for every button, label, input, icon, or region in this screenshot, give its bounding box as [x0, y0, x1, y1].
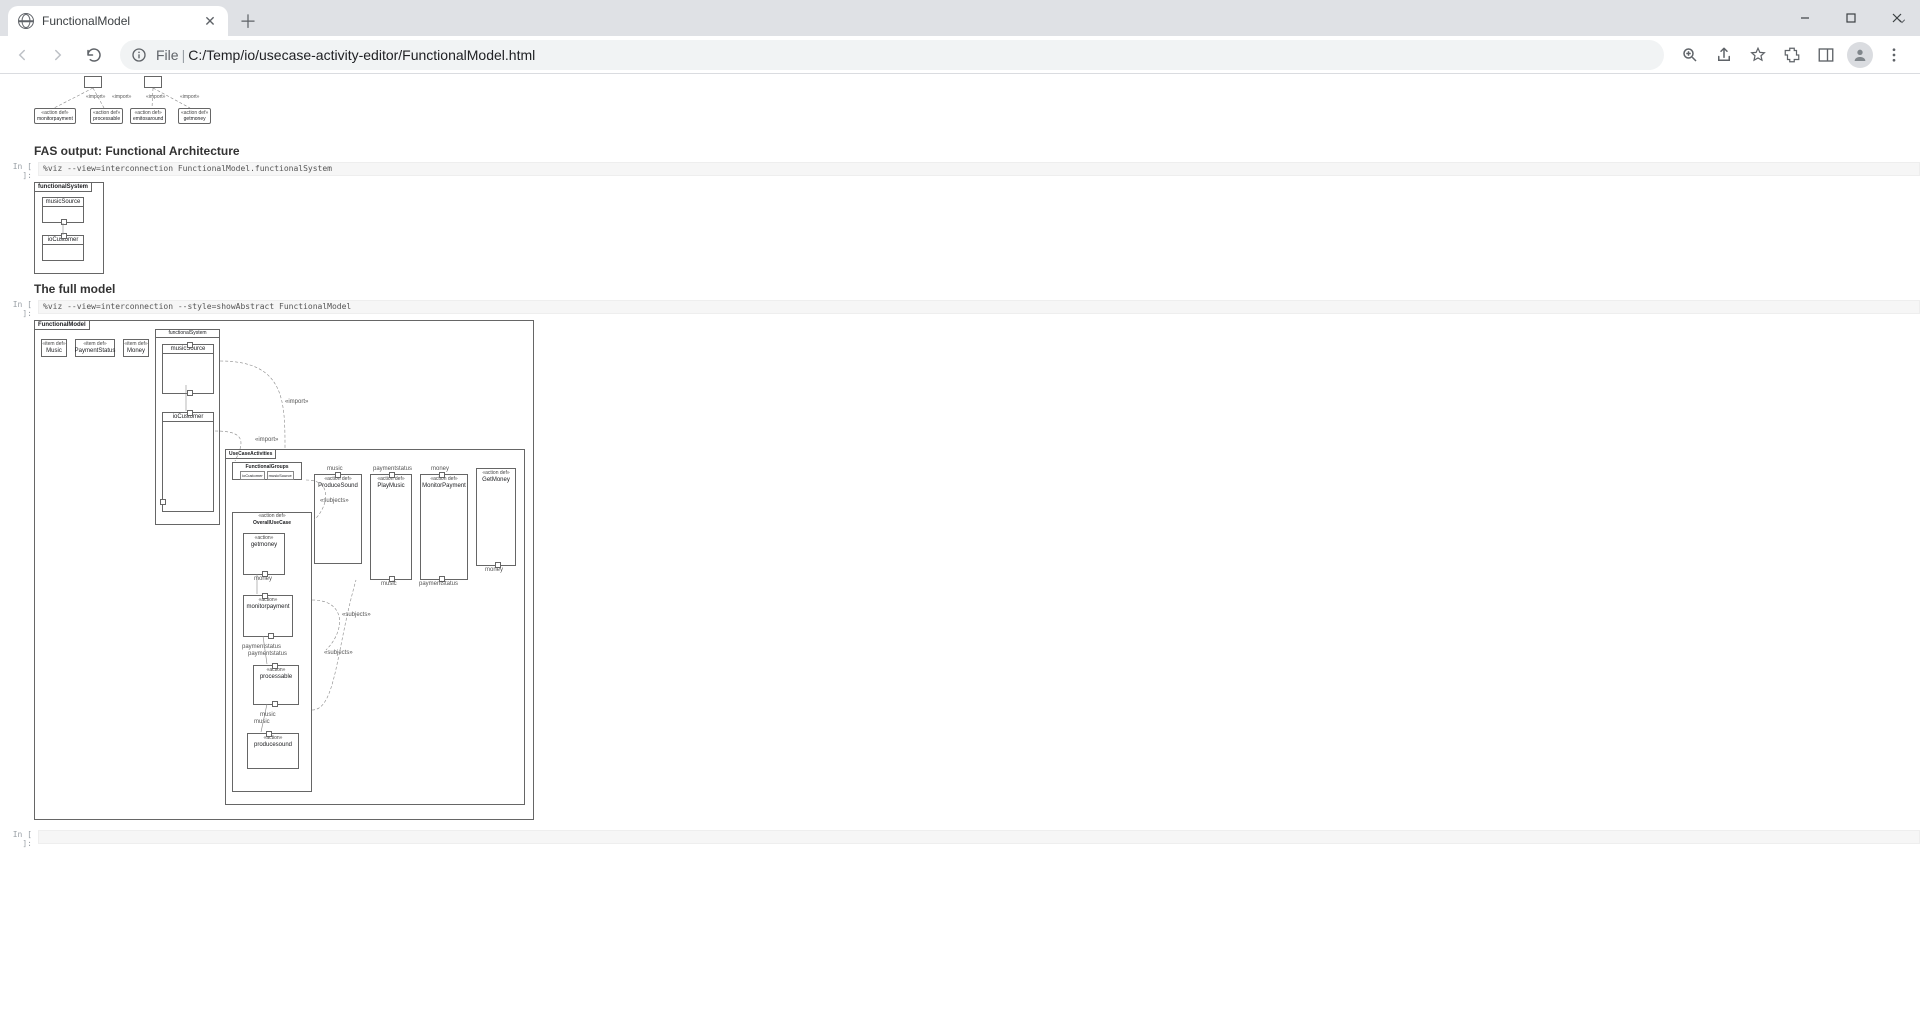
code-cell[interactable]: In [ ]: %viz --view=interconnection --st… [10, 300, 1920, 318]
action-def-box: «action def»monitorpayment [34, 108, 76, 124]
reload-button[interactable] [78, 39, 110, 71]
functional-system-frame: functionalSystem musicSource ioCustomer [155, 329, 220, 525]
cell-gutter: In [ ]: [10, 830, 32, 848]
page-viewport[interactable]: «import» «import» «import» «import» «act… [0, 74, 1920, 1030]
cell-code [38, 830, 1920, 844]
package-box [84, 76, 102, 88]
close-tab-icon[interactable]: ✕ [202, 13, 218, 29]
browser-tab[interactable]: FunctionalModel ✕ [8, 6, 228, 36]
avatar-icon [1847, 42, 1873, 68]
share-icon[interactable] [1708, 39, 1740, 71]
site-info-icon[interactable] [130, 46, 148, 64]
code-cell[interactable]: In [ ]: [10, 830, 1920, 848]
usecase-activities-frame: UseCaseActivities FunctionalGroups ioCus… [225, 449, 525, 805]
arch-diagram: functionalSystem musicSource ioCustomer [34, 182, 104, 274]
close-window-button[interactable] [1874, 3, 1920, 33]
full-model-diagram: FunctionalModel «item def»Music «item de… [34, 320, 534, 820]
action-monitorpayment: «action» monitorpayment paymentstatus [243, 595, 293, 637]
toolbar-right [1674, 39, 1914, 71]
bookmark-star-icon[interactable] [1742, 39, 1774, 71]
page-content: «import» «import» «import» «import» «act… [0, 76, 1920, 870]
subjects-label: «subjects» [324, 650, 353, 657]
window-controls [1782, 0, 1920, 36]
back-button[interactable] [6, 39, 38, 71]
action-producesound: «action» producesound music [247, 733, 299, 769]
cell-gutter: In [ ]: [10, 300, 32, 318]
top-imports-row: «import» «import» «import» «import» «act… [34, 76, 1920, 136]
tab-strip: FunctionalModel ✕ ＋ [0, 0, 262, 36]
minimize-button[interactable] [1782, 3, 1828, 33]
extensions-icon[interactable] [1776, 39, 1808, 71]
import-label: «import» [146, 94, 165, 100]
block-musicSource: musicSource [162, 344, 214, 394]
action-def-box: «action def»processable [90, 108, 123, 124]
cell-code: %viz --view=interconnection --style=show… [38, 300, 1920, 314]
maximize-button[interactable] [1828, 3, 1874, 33]
tab-title: FunctionalModel [42, 14, 194, 28]
imports-edge-label: «import» [255, 437, 278, 443]
action-processable: «action» processable paymentstatus music [253, 665, 299, 705]
diagram-label: FunctionalModel [34, 320, 90, 330]
block-musicSource: musicSource [42, 197, 84, 223]
section-title: FAS output: Functional Architecture [34, 144, 1920, 158]
block-ioCustomer: ioCustomer [162, 412, 214, 512]
import-label: «import» [86, 94, 105, 100]
cell-gutter: In [ ]: [10, 162, 32, 180]
profile-avatar[interactable] [1844, 39, 1876, 71]
address-bar[interactable]: File|C:/Temp/io/usecase-activity-editor/… [120, 40, 1664, 70]
itemdef-box: «item def»Money [123, 339, 149, 357]
imports-edge-label: «import» [285, 399, 308, 405]
subjects-label: «subjects» [342, 612, 371, 619]
sidepanel-icon[interactable] [1810, 39, 1842, 71]
itemdef-box: «item def»Music [41, 339, 67, 357]
zoom-icon[interactable] [1674, 39, 1706, 71]
action-def-box: «action def»emitosaround [130, 108, 166, 124]
itemdef-box: «item def»PaymentStatus [75, 339, 115, 357]
actiondef-overallusecase: «action def» OverallUseCase «action» get… [232, 512, 312, 792]
subjects-label: «subjects» [320, 498, 349, 505]
actiondef-monitorpayment: «action def» MonitorPayment money paymen… [420, 474, 468, 580]
new-tab-button[interactable]: ＋ [234, 7, 262, 35]
actiondef-producesound: «action def» ProduceSound music [314, 474, 362, 564]
code-cell[interactable]: In [ ]: %viz --view=interconnection Func… [10, 162, 1920, 180]
globe-icon [18, 13, 34, 29]
title-bar: FunctionalModel ✕ ＋ [0, 0, 1920, 36]
forward-button[interactable] [42, 39, 74, 71]
browser-toolbar: File|C:/Temp/io/usecase-activity-editor/… [0, 36, 1920, 74]
url-scheme: File|C:/Temp/io/usecase-activity-editor/… [156, 47, 535, 63]
import-label: «import» [112, 94, 131, 100]
kebab-menu-icon[interactable] [1878, 39, 1910, 71]
actiondef-getmoney: «action def» GetMoney money [476, 468, 516, 566]
package-box [144, 76, 162, 88]
diagram-label: functionalSystem [34, 182, 92, 192]
action-getmoney: «action» getmoney money [243, 533, 285, 575]
cell-code: %viz --view=interconnection FunctionalMo… [38, 162, 1920, 176]
functional-groups-box: FunctionalGroups ioCustomer musicSource [232, 462, 302, 480]
action-def-box: «action def»getmoney [178, 108, 211, 124]
actiondef-playmusic: «action def» PlayMusic paymentstatus mus… [370, 474, 412, 580]
block-ioCustomer: ioCustomer [42, 235, 84, 261]
section-title: The full model [34, 282, 1920, 296]
import-label: «import» [180, 94, 199, 100]
